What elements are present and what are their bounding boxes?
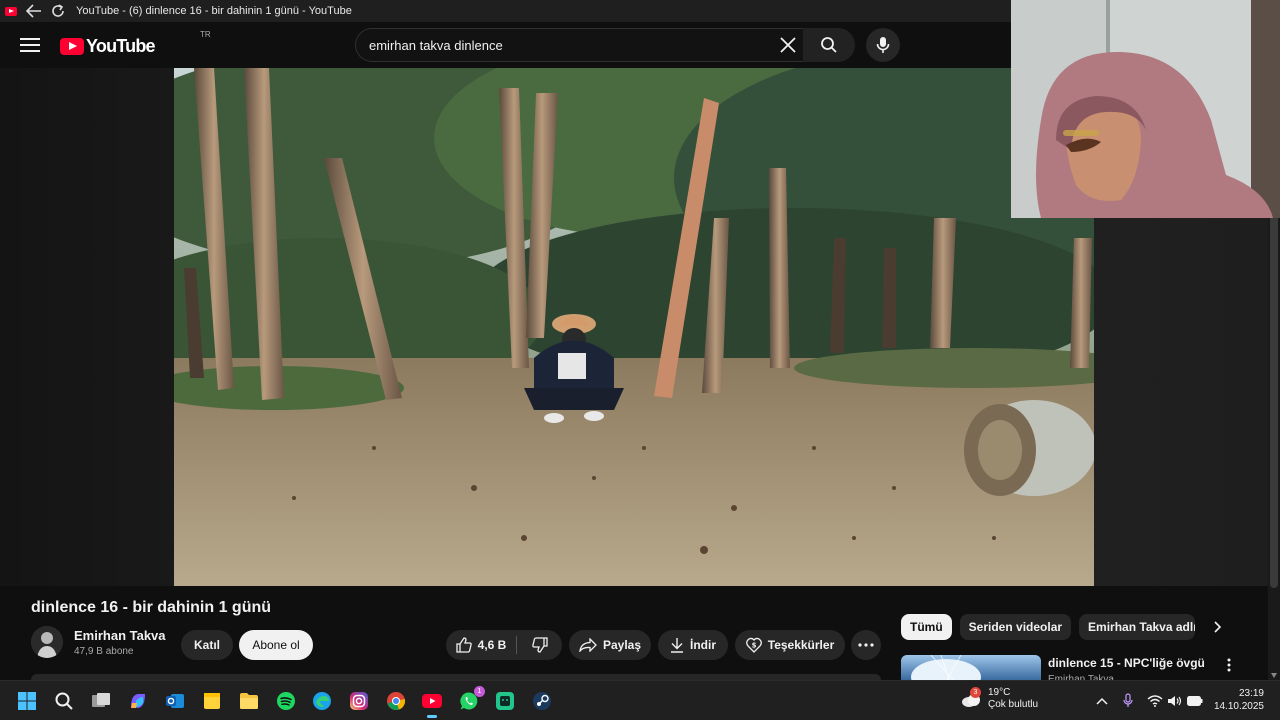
logo-text: YouTube [86, 36, 156, 56]
subscribe-button[interactable]: Abone ol [239, 630, 313, 660]
chip-label: Seriden videolar [968, 620, 1063, 634]
channel-owner: Emirhan Takva 47,9 B abone [31, 626, 166, 658]
file-explorer-icon[interactable] [237, 689, 261, 713]
search-box [355, 28, 810, 62]
task-view-icon[interactable] [89, 689, 113, 713]
whatsapp-notification-badge: 1 [474, 686, 485, 697]
windows-start-icon[interactable] [15, 689, 39, 713]
thanks-label: Teşekkürler [767, 638, 835, 652]
instagram-icon[interactable] [347, 689, 371, 713]
chip-from-channel[interactable]: Emirhan Takva adlı y [1079, 614, 1196, 640]
weather-description: Çok bulutlu [988, 699, 1039, 710]
battery-icon[interactable] [1187, 693, 1203, 709]
wifi-icon[interactable] [1147, 693, 1163, 709]
channel-name[interactable]: Emirhan Takva [74, 628, 166, 643]
speaker-icon[interactable] [1167, 693, 1183, 709]
thumbs-up-icon [456, 637, 472, 653]
video-frame[interactable] [174, 68, 1094, 586]
youtube-favicon-icon [0, 0, 22, 22]
video-title: dinlence 16 - bir dahinin 1 günü [31, 599, 272, 616]
chrome-icon[interactable] [384, 689, 408, 713]
chip-label: Emirhan Takva adlı y [1088, 620, 1196, 634]
clock-date: 14.10.2025 [1213, 701, 1264, 712]
download-icon [671, 638, 683, 653]
outlook-icon[interactable] [163, 689, 187, 713]
join-label: Katıl [193, 638, 220, 652]
steam-icon[interactable] [530, 689, 554, 713]
microphone-tray-icon[interactable] [1120, 693, 1136, 709]
dislike-button[interactable] [517, 630, 562, 660]
window-title: YouTube - (6) dinlence 16 - bir dahinin … [76, 5, 352, 17]
system-clock[interactable]: 23:19 14.10.2025 [1212, 687, 1264, 713]
more-vertical-icon[interactable] [1222, 657, 1236, 673]
youtube-app-icon[interactable] [420, 689, 444, 718]
thanks-button[interactable]: $ Teşekkürler [735, 630, 845, 660]
masthead: YouTube TR [0, 22, 1010, 68]
cloud-weather-icon: 3 [960, 687, 982, 709]
share-label: Paylaş [602, 638, 642, 652]
like-button[interactable]: 4,6 B [446, 630, 516, 660]
sticky-notes-icon[interactable] [200, 689, 224, 713]
country-code: TR [200, 30, 211, 39]
voice-search-button[interactable] [866, 28, 900, 62]
related-filter-chips: Tümü Seriden videolar Emirhan Takva adlı… [901, 614, 1203, 640]
channel-avatar[interactable] [31, 626, 63, 658]
webcam-image [1011, 0, 1280, 218]
reload-icon[interactable] [46, 0, 70, 22]
subscribe-label: Abone ol [252, 638, 300, 652]
weather-widget[interactable]: 3 19°C Çok bulutlu [960, 687, 1038, 711]
join-button[interactable]: Katıl [181, 630, 233, 660]
more-actions-button[interactable] [851, 630, 881, 660]
microphone-icon [876, 37, 890, 53]
recommended-video-thumbnail[interactable] [901, 655, 1041, 680]
windows-taskbar: 1 3 19°C Çok bulutlu 23:19 14.10.2025 [0, 680, 1280, 720]
weather-temperature: 19°C [988, 687, 1011, 698]
svg-text:$: $ [751, 642, 756, 650]
share-arrow-icon [579, 638, 597, 652]
scroll-down-arrow-icon[interactable] [1271, 673, 1277, 678]
chip-series-videos[interactable]: Seriden videolar [959, 614, 1072, 640]
spotify-icon[interactable] [274, 689, 298, 713]
subscriber-count: 47,9 B abone [74, 645, 134, 657]
clock-time: 23:19 [1238, 688, 1264, 699]
chip-all[interactable]: Tümü [901, 614, 952, 640]
youtube-logo[interactable]: YouTube TR [60, 30, 211, 57]
chevron-up-icon[interactable] [1094, 693, 1110, 709]
more-horizontal-icon [858, 643, 874, 647]
download-label: İndir [690, 638, 716, 652]
search-input[interactable] [369, 37, 759, 53]
recommended-video-title[interactable]: dinlence 15 - NPC'liğe övgü [1048, 656, 1205, 670]
chevron-right-icon[interactable] [1208, 618, 1226, 636]
like-dislike-group: 4,6 B [446, 630, 562, 660]
thanks-heart-dollar-icon: $ [745, 637, 762, 653]
share-button[interactable]: Paylaş [569, 630, 651, 660]
hamburger-menu-icon[interactable] [18, 35, 42, 55]
edge-icon[interactable] [310, 689, 334, 713]
youtube-logo-icon [60, 38, 84, 55]
like-count: 4,6 B [477, 638, 507, 652]
chip-label: Tümü [910, 620, 943, 634]
search-icon [821, 37, 837, 53]
clear-search-icon[interactable] [779, 36, 797, 54]
search-icon[interactable] [52, 689, 76, 713]
forest-scene-image [174, 68, 1094, 586]
copilot-icon[interactable] [126, 689, 150, 713]
search-button[interactable] [803, 28, 855, 62]
whatsapp-icon[interactable]: 1 [457, 686, 485, 713]
webcam-overlay [1011, 0, 1280, 218]
back-arrow-icon[interactable] [22, 0, 46, 22]
weather-alert-badge: 3 [970, 687, 981, 698]
download-button[interactable]: İndir [658, 630, 728, 660]
bluestacks-icon[interactable] [493, 689, 517, 713]
thumbs-down-icon [531, 637, 548, 653]
